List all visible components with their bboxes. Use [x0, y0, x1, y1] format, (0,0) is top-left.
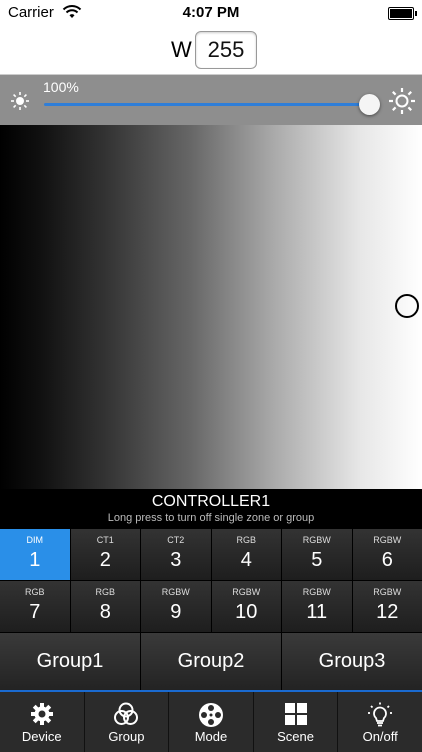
tab-label: Group	[85, 729, 169, 744]
white-channel-label: W	[171, 37, 192, 63]
bulb-icon	[367, 702, 393, 728]
zone-type: RGBW	[141, 587, 211, 597]
zone-type: RGBW	[282, 535, 352, 545]
tab-mode[interactable]: Mode	[169, 692, 254, 752]
zone-type: RGBW	[353, 587, 422, 597]
zone-button-6[interactable]: RGBW 6	[353, 529, 422, 580]
zone-number: 7	[0, 601, 70, 624]
white-level-picker[interactable]	[0, 125, 422, 489]
zone-number: 6	[353, 549, 422, 572]
zone-grid: DIM1 CT12 CT23 RGB4 RGBW5 RGBW6 RGB7 RGB…	[0, 529, 422, 632]
group-button-1[interactable]: Group1	[0, 633, 140, 690]
controller-hint: Long press to turn off single zone or gr…	[0, 512, 422, 524]
zone-button-10[interactable]: RGBW 10	[212, 581, 282, 632]
zone-button-11[interactable]: RGBW 11	[282, 581, 352, 632]
group-button-2[interactable]: Group2	[141, 633, 281, 690]
zone-number: 11	[282, 601, 352, 624]
tab-bar: Device Group Mode Scene	[0, 690, 422, 752]
zone-number: 8	[71, 601, 141, 624]
controller-header: CONTROLLER1 Long press to turn off singl…	[0, 489, 422, 529]
zone-number: 4	[212, 549, 282, 572]
sun-large-icon	[388, 87, 416, 115]
picker-handle[interactable]	[395, 294, 419, 318]
zone-number: 3	[141, 549, 211, 572]
zone-button-7[interactable]: RGB 7	[0, 581, 70, 632]
white-value-field[interactable]: 255	[195, 31, 257, 69]
film-reel-icon	[198, 702, 224, 728]
zone-type: RGB	[71, 587, 141, 597]
zone-button-3[interactable]: CT23	[141, 529, 211, 580]
group-button-3[interactable]: Group3	[282, 633, 422, 690]
zone-type: RGBW	[353, 535, 422, 545]
status-bar: Carrier 4:07 PM	[0, 0, 422, 26]
zone-type: CT2	[141, 535, 211, 545]
sun-small-icon	[10, 91, 30, 111]
controller-name: CONTROLLER1	[0, 489, 422, 511]
brightness-slider-track[interactable]	[44, 103, 369, 106]
tab-label: Scene	[254, 729, 338, 744]
zone-button-1[interactable]: DIM 1	[0, 529, 70, 580]
battery-icon	[388, 7, 414, 20]
zone-button-4[interactable]: RGB 4	[212, 529, 282, 580]
brightness-slider-knob[interactable]	[359, 94, 380, 115]
tab-scene[interactable]: Scene	[254, 692, 339, 752]
tab-onoff[interactable]: On/off	[338, 692, 422, 752]
tab-label: On/off	[338, 729, 422, 744]
zone-number: 2	[71, 549, 141, 572]
zone-button-5[interactable]: RGBW 5	[282, 529, 352, 580]
zone-number: 5	[282, 549, 352, 572]
tab-device[interactable]: Device	[0, 692, 85, 752]
circles-icon	[112, 702, 140, 726]
white-channel-bar: W 255	[0, 26, 422, 75]
zone-button-9[interactable]: RGBW 9	[141, 581, 211, 632]
zone-button-12[interactable]: RGBW 12	[353, 581, 422, 632]
zone-type: RGB	[0, 587, 70, 597]
tab-label: Device	[0, 729, 84, 744]
gear-icon	[30, 702, 54, 726]
zone-type: RGBW	[282, 587, 352, 597]
zone-type: RGBW	[212, 587, 282, 597]
zone-number: 10	[212, 601, 282, 624]
group-row: Group1 Group2 Group3	[0, 633, 422, 690]
zone-number: 12	[353, 601, 422, 624]
zone-button-2[interactable]: CT12	[71, 529, 141, 580]
zone-button-8[interactable]: RGB 8	[71, 581, 141, 632]
grid-icon	[284, 702, 308, 726]
brightness-bar: 100%	[0, 75, 422, 125]
tab-group[interactable]: Group	[85, 692, 170, 752]
brightness-percent: 100%	[43, 79, 79, 95]
zone-number: 9	[141, 601, 211, 624]
zone-number: 1	[0, 549, 70, 572]
zone-type: RGB	[212, 535, 282, 545]
clock: 4:07 PM	[0, 4, 422, 21]
tab-label: Mode	[169, 729, 253, 744]
zone-type: DIM	[0, 535, 70, 545]
zone-type: CT1	[71, 535, 141, 545]
